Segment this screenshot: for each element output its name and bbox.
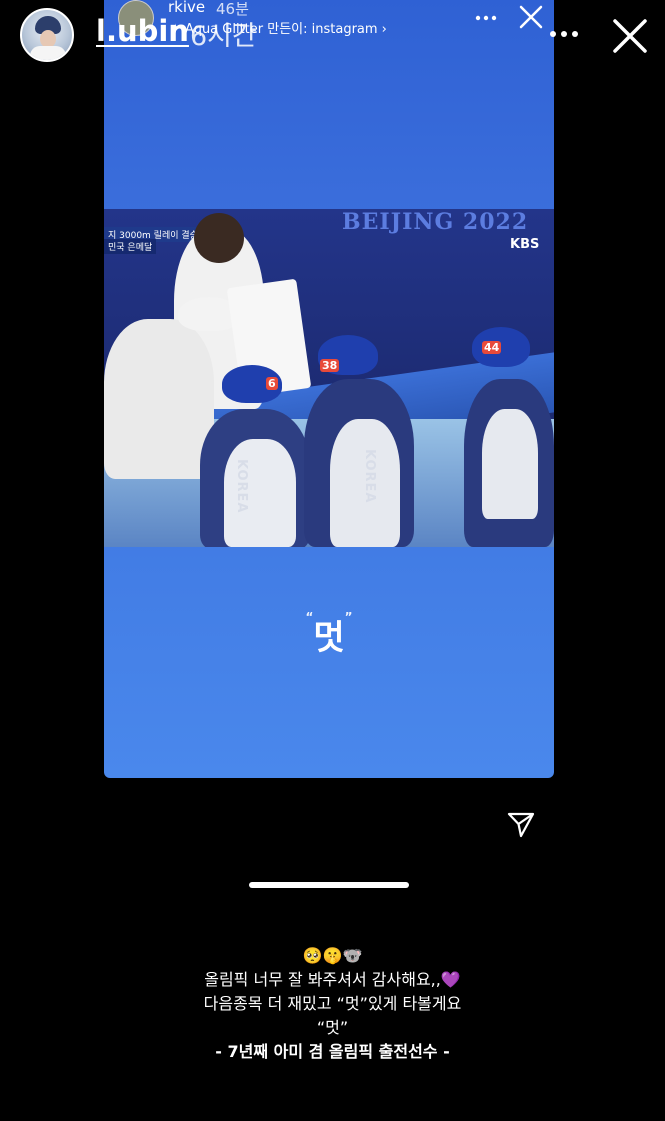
caption-emoji: 🥺🤫🐨 (302, 946, 363, 965)
caption-signature: - 7년째 아미 겸 올림픽 출전선수 - (215, 1042, 450, 1061)
story-photo: BEIJING 2022 지 3000m 릴레이 결승 민국 은메달 KBS K… (104, 209, 554, 547)
jersey-text: KOREA (362, 449, 377, 504)
send-icon[interactable] (506, 809, 536, 839)
caption-line: 올림픽 너무 잘 봐주셔서 감사해요,,💜 (204, 970, 461, 989)
channel-logo: KBS (510, 237, 540, 252)
repost-more-icon (474, 6, 498, 30)
repost-close-icon (518, 4, 544, 30)
home-indicator (249, 882, 409, 888)
close-icon[interactable] (610, 16, 650, 56)
reposted-story-card: rkive 46분 ✦ Aqua Glitter 만든이: instagram … (104, 0, 554, 778)
quote-open: “ (305, 610, 314, 624)
caption-line: 다음종목 더 재밌고 “멋”있게 타볼게요 (203, 994, 462, 1013)
caption-line: “멋” (316, 1018, 349, 1037)
story-text: 멋 (313, 618, 345, 658)
bib-number: 38 (320, 359, 340, 372)
venue-banner: BEIJING 2022 (342, 209, 529, 235)
bib-number: 6 (266, 377, 278, 390)
story-text-sticker: “멋” (104, 610, 554, 659)
quote-close: ” (344, 610, 353, 624)
profile-avatar[interactable] (20, 8, 74, 62)
bib-number: 44 (482, 341, 502, 354)
jersey-text: KOREA (234, 459, 249, 514)
more-options-icon[interactable] (548, 18, 580, 50)
story-caption: 🥺🤫🐨 올림픽 너무 잘 봐주셔서 감사해요,,💜 다음종목 더 재밌고 “멋”… (0, 944, 665, 1064)
broadcast-medal: 민국 은메달 (104, 239, 157, 254)
story-time: 6시간 (190, 21, 257, 52)
story-username[interactable]: l.ubin (96, 14, 189, 48)
